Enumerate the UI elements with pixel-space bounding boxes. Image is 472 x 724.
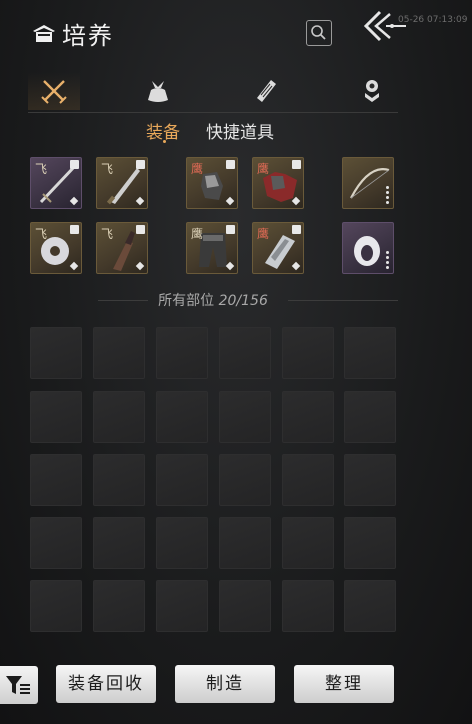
equip-slot-gauntlet[interactable]: 鹰 <box>186 157 238 209</box>
tab-scrolls[interactable] <box>240 72 292 110</box>
inventory-slot[interactable] <box>344 391 396 443</box>
tile-roof-icon <box>33 25 55 42</box>
quality-dots <box>386 184 389 204</box>
equip-slot-leggings[interactable]: 鹰 <box>186 222 238 274</box>
inventory-slot[interactable] <box>344 454 396 506</box>
inventory-slot[interactable] <box>282 580 334 632</box>
inventory-slot[interactable] <box>156 391 208 443</box>
tab-consumables[interactable] <box>132 72 184 110</box>
search-button[interactable] <box>306 20 332 46</box>
recycle-equipment-button[interactable]: 装备回收 <box>56 665 156 703</box>
tab-quick-items[interactable]: 快捷道具 <box>206 118 274 143</box>
set-mark: 鹰 <box>191 162 204 176</box>
active-tab-indicator <box>163 140 166 143</box>
back-button[interactable] <box>362 8 422 48</box>
inventory-slot[interactable] <box>30 580 82 632</box>
pouch-icon <box>148 81 168 102</box>
inventory-slot[interactable] <box>30 327 82 379</box>
quality-dots <box>386 249 389 269</box>
inventory-slot[interactable] <box>219 454 271 506</box>
inventory-slot[interactable] <box>344 517 396 569</box>
inventory-slot[interactable] <box>93 580 145 632</box>
set-mark: 飞 <box>101 162 114 176</box>
equipped-badge <box>70 160 79 169</box>
search-icon <box>311 25 326 40</box>
equipped-badge <box>70 225 79 234</box>
category-tab-bar <box>28 72 398 113</box>
set-mark: 鹰 <box>257 162 270 176</box>
page-title: 培养 <box>62 22 114 50</box>
inventory-slot[interactable] <box>93 327 145 379</box>
sort-button[interactable]: 整理 <box>294 665 394 703</box>
inventory-slot[interactable] <box>156 327 208 379</box>
crossed-swords-icon <box>41 80 67 104</box>
inventory-slot[interactable] <box>30 454 82 506</box>
inventory-slot[interactable] <box>156 517 208 569</box>
equipped-badge <box>226 160 235 169</box>
equip-slot-jade-disc[interactable]: 飞 <box>30 222 82 274</box>
set-mark: 飞 <box>35 162 48 176</box>
inventory-filter-label: 所有部位 <box>158 293 215 309</box>
inventory-slot[interactable] <box>93 454 145 506</box>
inventory-slot[interactable] <box>282 517 334 569</box>
equip-slot-bow[interactable] <box>342 157 394 209</box>
equip-slot-bracer[interactable]: 鹰 <box>252 222 304 274</box>
tab-weapons[interactable] <box>28 72 80 110</box>
equipped-badge <box>292 160 301 169</box>
inventory-slot[interactable] <box>93 391 145 443</box>
inventory-slot[interactable] <box>344 327 396 379</box>
inventory-slot[interactable] <box>219 517 271 569</box>
set-mark: 飞 <box>35 227 48 241</box>
inventory-count-row: 所有部位 20/156 <box>28 290 398 310</box>
equip-slot-armor[interactable]: 鹰 <box>252 157 304 209</box>
equip-slot-sword[interactable]: 飞 <box>30 157 82 209</box>
inventory-slot[interactable] <box>30 391 82 443</box>
inventory-slot[interactable] <box>282 327 334 379</box>
inventory-slot[interactable] <box>219 580 271 632</box>
inventory-slot[interactable] <box>219 391 271 443</box>
inventory-count-value: 20/156 <box>218 293 268 309</box>
tab-accessories[interactable] <box>346 72 398 110</box>
set-mark: 鹰 <box>191 227 204 241</box>
filter-button[interactable] <box>0 666 38 704</box>
inventory-slot[interactable] <box>156 580 208 632</box>
inventory-slot[interactable] <box>93 517 145 569</box>
equip-slot-ring[interactable] <box>342 222 394 274</box>
equip-slot-dagger[interactable]: 飞 <box>96 222 148 274</box>
inventory-count: 所有部位 20/156 <box>28 290 398 310</box>
equipped-badge <box>136 160 145 169</box>
equipped-badge <box>226 225 235 234</box>
filter-list-icon <box>6 676 30 694</box>
inventory-slot[interactable] <box>282 391 334 443</box>
double-chevron-left-icon <box>363 10 406 42</box>
craft-button[interactable]: 制造 <box>175 665 275 703</box>
scroll-icon <box>257 80 276 102</box>
inventory-slot[interactable] <box>156 454 208 506</box>
set-mark: 飞 <box>101 227 114 241</box>
equipped-badge <box>136 225 145 234</box>
equipped-badge <box>292 225 301 234</box>
set-mark: 鹰 <box>257 227 270 241</box>
inventory-slot[interactable] <box>30 517 82 569</box>
header: 培养 05-26 07:13:09 <box>0 0 472 64</box>
inventory-slot[interactable] <box>282 454 334 506</box>
inventory-slot[interactable] <box>344 580 396 632</box>
equip-slot-blade[interactable]: 飞 <box>96 157 148 209</box>
pendant-icon <box>365 80 379 102</box>
sub-tab-bar: 装备 快捷道具 <box>0 118 472 144</box>
inventory-slot[interactable] <box>219 327 271 379</box>
